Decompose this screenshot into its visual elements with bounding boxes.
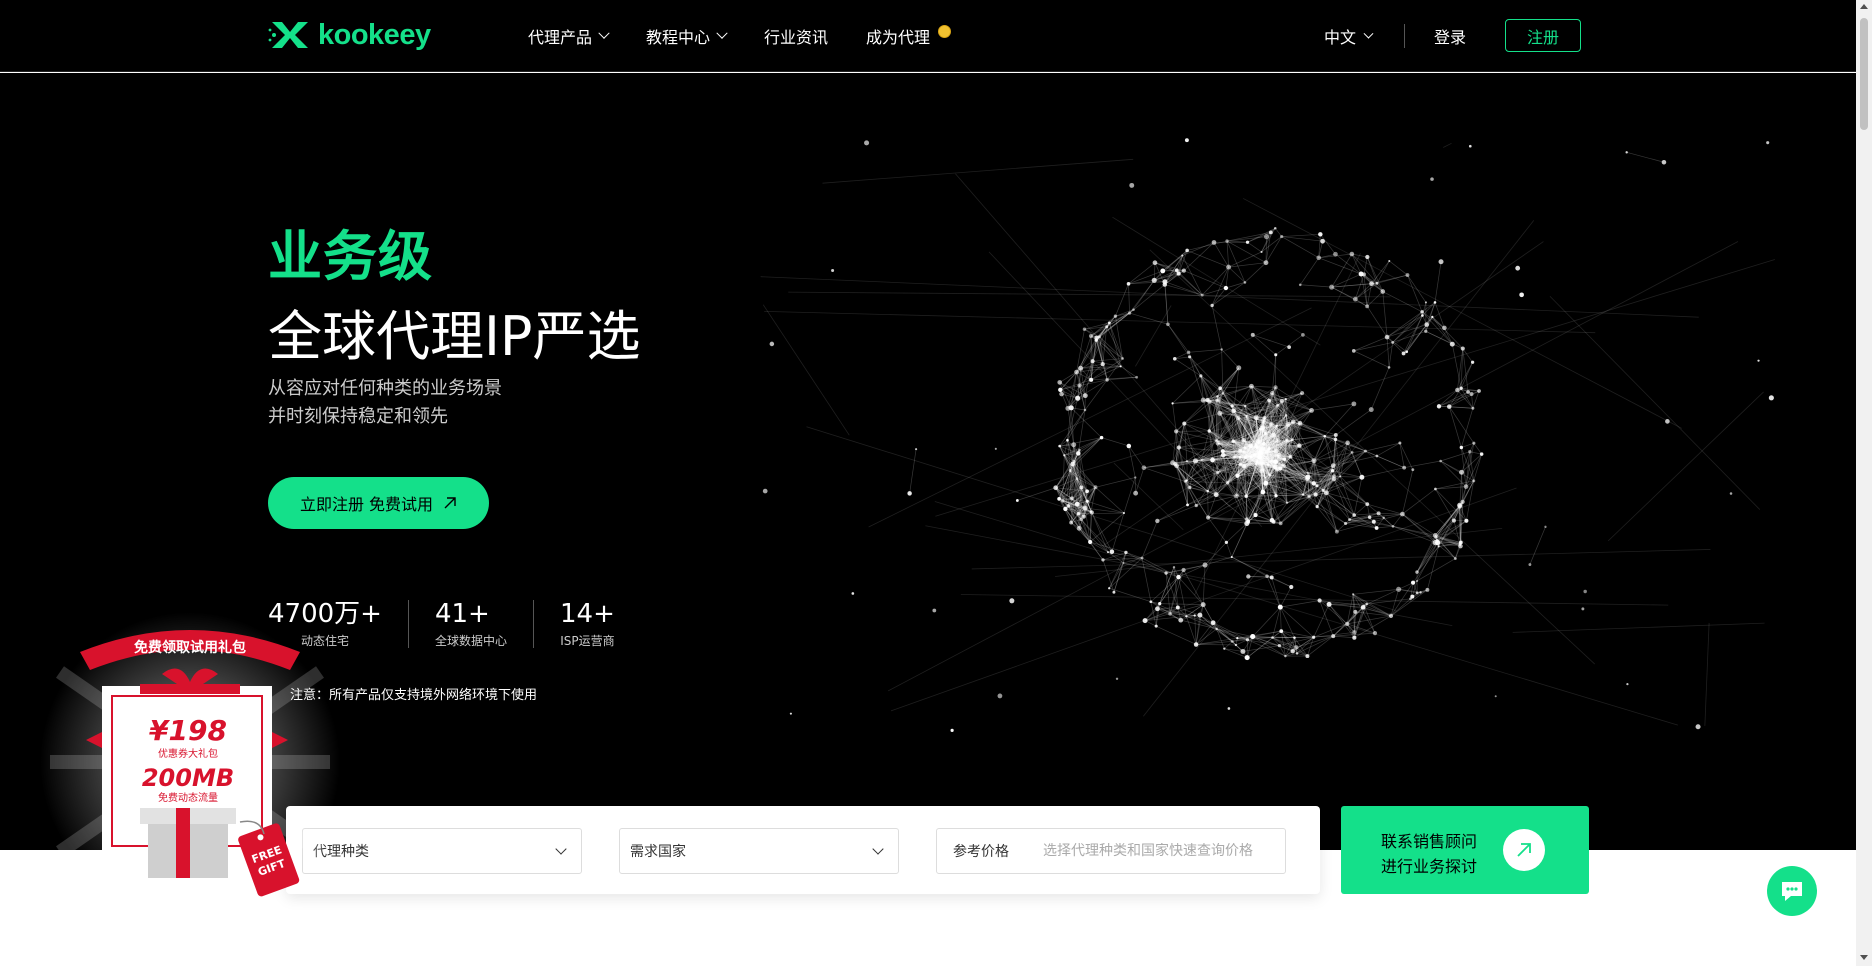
gift-traffic-caption: 免费动态流量 — [158, 791, 218, 804]
contact-sales-button[interactable]: 联系销售顾问 进行业务探讨 — [1341, 806, 1589, 894]
scroll-down-arrow-icon[interactable] — [1860, 955, 1868, 960]
price-label: 参考价格 — [953, 844, 1009, 860]
hero-subtitle-line1: 从容应对任何种类的业务场景 — [268, 378, 502, 399]
nav-item-label: 教程中心 — [646, 28, 711, 47]
language-label: 中文 — [1324, 28, 1357, 47]
stat-label: 全球数据中心 — [434, 634, 507, 648]
header-divider — [1404, 24, 1405, 48]
stat-value: 41+ — [434, 599, 490, 629]
stat-item: 41+ 全球数据中心 — [435, 600, 534, 648]
stat-label: ISP运营商 — [560, 634, 615, 648]
page: kookeey 代理产品 教程中心 行业资讯 成为代理 中文 登录 注册 业务级… — [0, 0, 1856, 966]
nav-item-become-agent[interactable]: 成为代理 — [866, 24, 952, 48]
logo[interactable]: kookeey — [268, 18, 431, 52]
stat-value: 14+ — [559, 599, 615, 629]
free-trial-gift-popup[interactable]: 免费领取试用礼包 ¥198 优惠券大礼包 200MB 免费动态流量 FREE G… — [40, 612, 340, 912]
network-globe-illustration — [760, 138, 1775, 732]
nav-item-industry-news[interactable]: 行业资讯 — [764, 24, 828, 48]
price-search-card: 代理种类 需求国家 参考价格 — [286, 806, 1320, 894]
gift-amount-caption: 优惠券大礼包 — [158, 747, 218, 760]
main-nav: 代理产品 教程中心 行业资讯 成为代理 — [528, 0, 989, 72]
coin-icon — [938, 24, 952, 38]
login-link[interactable]: 登录 — [1434, 24, 1466, 48]
logo-mark-icon — [268, 22, 308, 48]
logo-text: kookeey — [318, 18, 431, 51]
price-query-input[interactable] — [1043, 843, 1263, 859]
nav-item-proxy-products[interactable]: 代理产品 — [528, 24, 610, 48]
hero-title-highlight: 业务级 — [268, 225, 433, 288]
country-select[interactable]: 需求国家 — [619, 828, 899, 874]
register-button[interactable]: 注册 — [1505, 19, 1581, 52]
page-scrollbar[interactable] — [1856, 0, 1872, 966]
gift-amount: ¥198 — [149, 714, 227, 747]
chevron-down-icon — [598, 27, 610, 39]
hero-subtitle-line2: 并时刻保持稳定和领先 — [268, 406, 448, 427]
live-chat-button[interactable] — [1767, 866, 1817, 916]
arrow-up-right-icon — [1517, 843, 1531, 857]
language-selector[interactable]: 中文 — [1324, 24, 1374, 48]
hero-title: 全球代理IP严选 — [268, 305, 641, 368]
chevron-down-icon — [872, 843, 884, 855]
register-free-trial-button[interactable]: 立即注册 免费试用 — [268, 477, 489, 529]
top-header: kookeey 代理产品 教程中心 行业资讯 成为代理 中文 登录 注册 — [0, 0, 1856, 72]
chevron-down-icon — [716, 27, 728, 39]
gift-ribbon-text: 免费领取试用礼包 — [134, 639, 246, 656]
arrow-up-right-icon — [444, 497, 456, 509]
arrow-circle — [1503, 829, 1545, 871]
scroll-thumb[interactable] — [1860, 18, 1868, 130]
proxy-type-select[interactable]: 代理种类 — [302, 828, 582, 874]
country-placeholder: 需求国家 — [630, 844, 686, 860]
chevron-down-icon — [555, 843, 567, 855]
nav-item-tutorials[interactable]: 教程中心 — [646, 24, 728, 48]
cta-label: 立即注册 免费试用 — [299, 495, 434, 514]
contact-line2: 进行业务探讨 — [1381, 857, 1478, 876]
nav-item-label: 代理产品 — [528, 28, 593, 47]
price-field: 参考价格 — [936, 828, 1286, 874]
nav-item-label: 成为代理 — [866, 28, 931, 47]
stat-item: 14+ ISP运营商 — [560, 600, 641, 648]
scroll-up-arrow-icon[interactable] — [1860, 4, 1868, 9]
chevron-down-icon — [1363, 28, 1374, 39]
contact-line1: 联系销售顾问 — [1381, 832, 1478, 851]
gift-traffic: 200MB — [142, 764, 234, 792]
chat-bubble-icon — [1782, 882, 1802, 901]
nav-item-label: 行业资讯 — [764, 28, 829, 47]
